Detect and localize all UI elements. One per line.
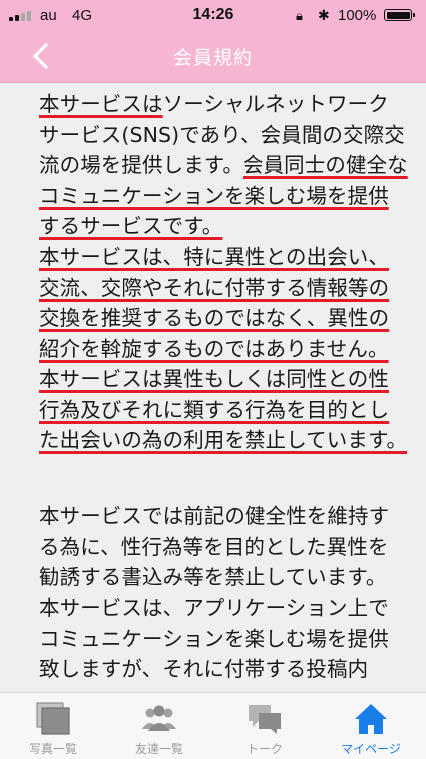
tab-label: トーク bbox=[246, 742, 283, 756]
battery-percent: 100% bbox=[338, 7, 377, 24]
home-icon bbox=[355, 704, 387, 734]
terms-paragraph: 本サービスでは前記の健全性を維持する為に、性行為等を目的とした異性を勧誘する書込… bbox=[39, 501, 409, 593]
tab-label: 友達一覧 bbox=[134, 742, 183, 756]
tab-label: 写真一覧 bbox=[28, 742, 77, 756]
tab-talk[interactable]: トーク bbox=[212, 693, 318, 759]
orientation-lock-icon: 🔒︎ bbox=[296, 8, 303, 23]
terms-paragraph: 本サービスはソーシャルネットワークサービス(SNS)であり、会員間の交際交流の場… bbox=[39, 89, 409, 242]
terms-paragraph: 本サービスは異性もしくは同性との性行為及びそれに類する行為を目的とした出会いの為… bbox=[39, 364, 409, 456]
highlighted-text: 本サービスは、特に異性との出会い、交流、交際やそれに付帯する情報等の交換を推奨す… bbox=[39, 245, 390, 361]
paragraph-text: 本サービスは、アプリケーション上でコミュニケーションを楽しむ場を提供致しますが、… bbox=[39, 596, 389, 682]
bluetooth-icon: ✱ bbox=[318, 7, 330, 23]
talk-icon bbox=[249, 705, 281, 734]
nav-bar: 会員規約 bbox=[0, 30, 426, 83]
status-bar: au 4G 14:26 🔒︎ ✱ 100% bbox=[0, 0, 426, 30]
terms-paragraph: 本サービスは、特に異性との出会い、交流、交際やそれに付帯する情報等の交換を推奨す… bbox=[39, 242, 409, 364]
highlighted-text: 本サービスは異性もしくは同性との性行為及びそれに類する行為を目的とした出会いの為… bbox=[39, 367, 408, 453]
tab-bar: 写真一覧 友達一覧 トーク マイページ bbox=[0, 692, 426, 759]
terms-paragraph: 本サービスは、アプリケーション上でコミュニケーションを楽しむ場を提供致しますが、… bbox=[39, 593, 409, 685]
photos-icon bbox=[36, 702, 70, 735]
highlighted-text: 本サービスは bbox=[39, 92, 163, 116]
paragraph-text: 本サービスでは前記の健全性を維持する為に、性行為等を目的とした異性を勧誘する書込… bbox=[39, 504, 390, 590]
page-title: 会員規約 bbox=[172, 47, 253, 69]
battery-icon bbox=[384, 9, 415, 21]
tab-label: マイページ bbox=[341, 742, 401, 756]
tab-friends[interactable]: 友達一覧 bbox=[106, 693, 212, 759]
tab-mypage[interactable]: マイページ bbox=[318, 693, 424, 759]
terms-content[interactable]: 本サービスはソーシャルネットワークサービス(SNS)であり、会員間の交際交流の場… bbox=[0, 83, 426, 692]
tab-photos[interactable]: 写真一覧 bbox=[0, 693, 106, 759]
friends-icon bbox=[142, 705, 176, 731]
